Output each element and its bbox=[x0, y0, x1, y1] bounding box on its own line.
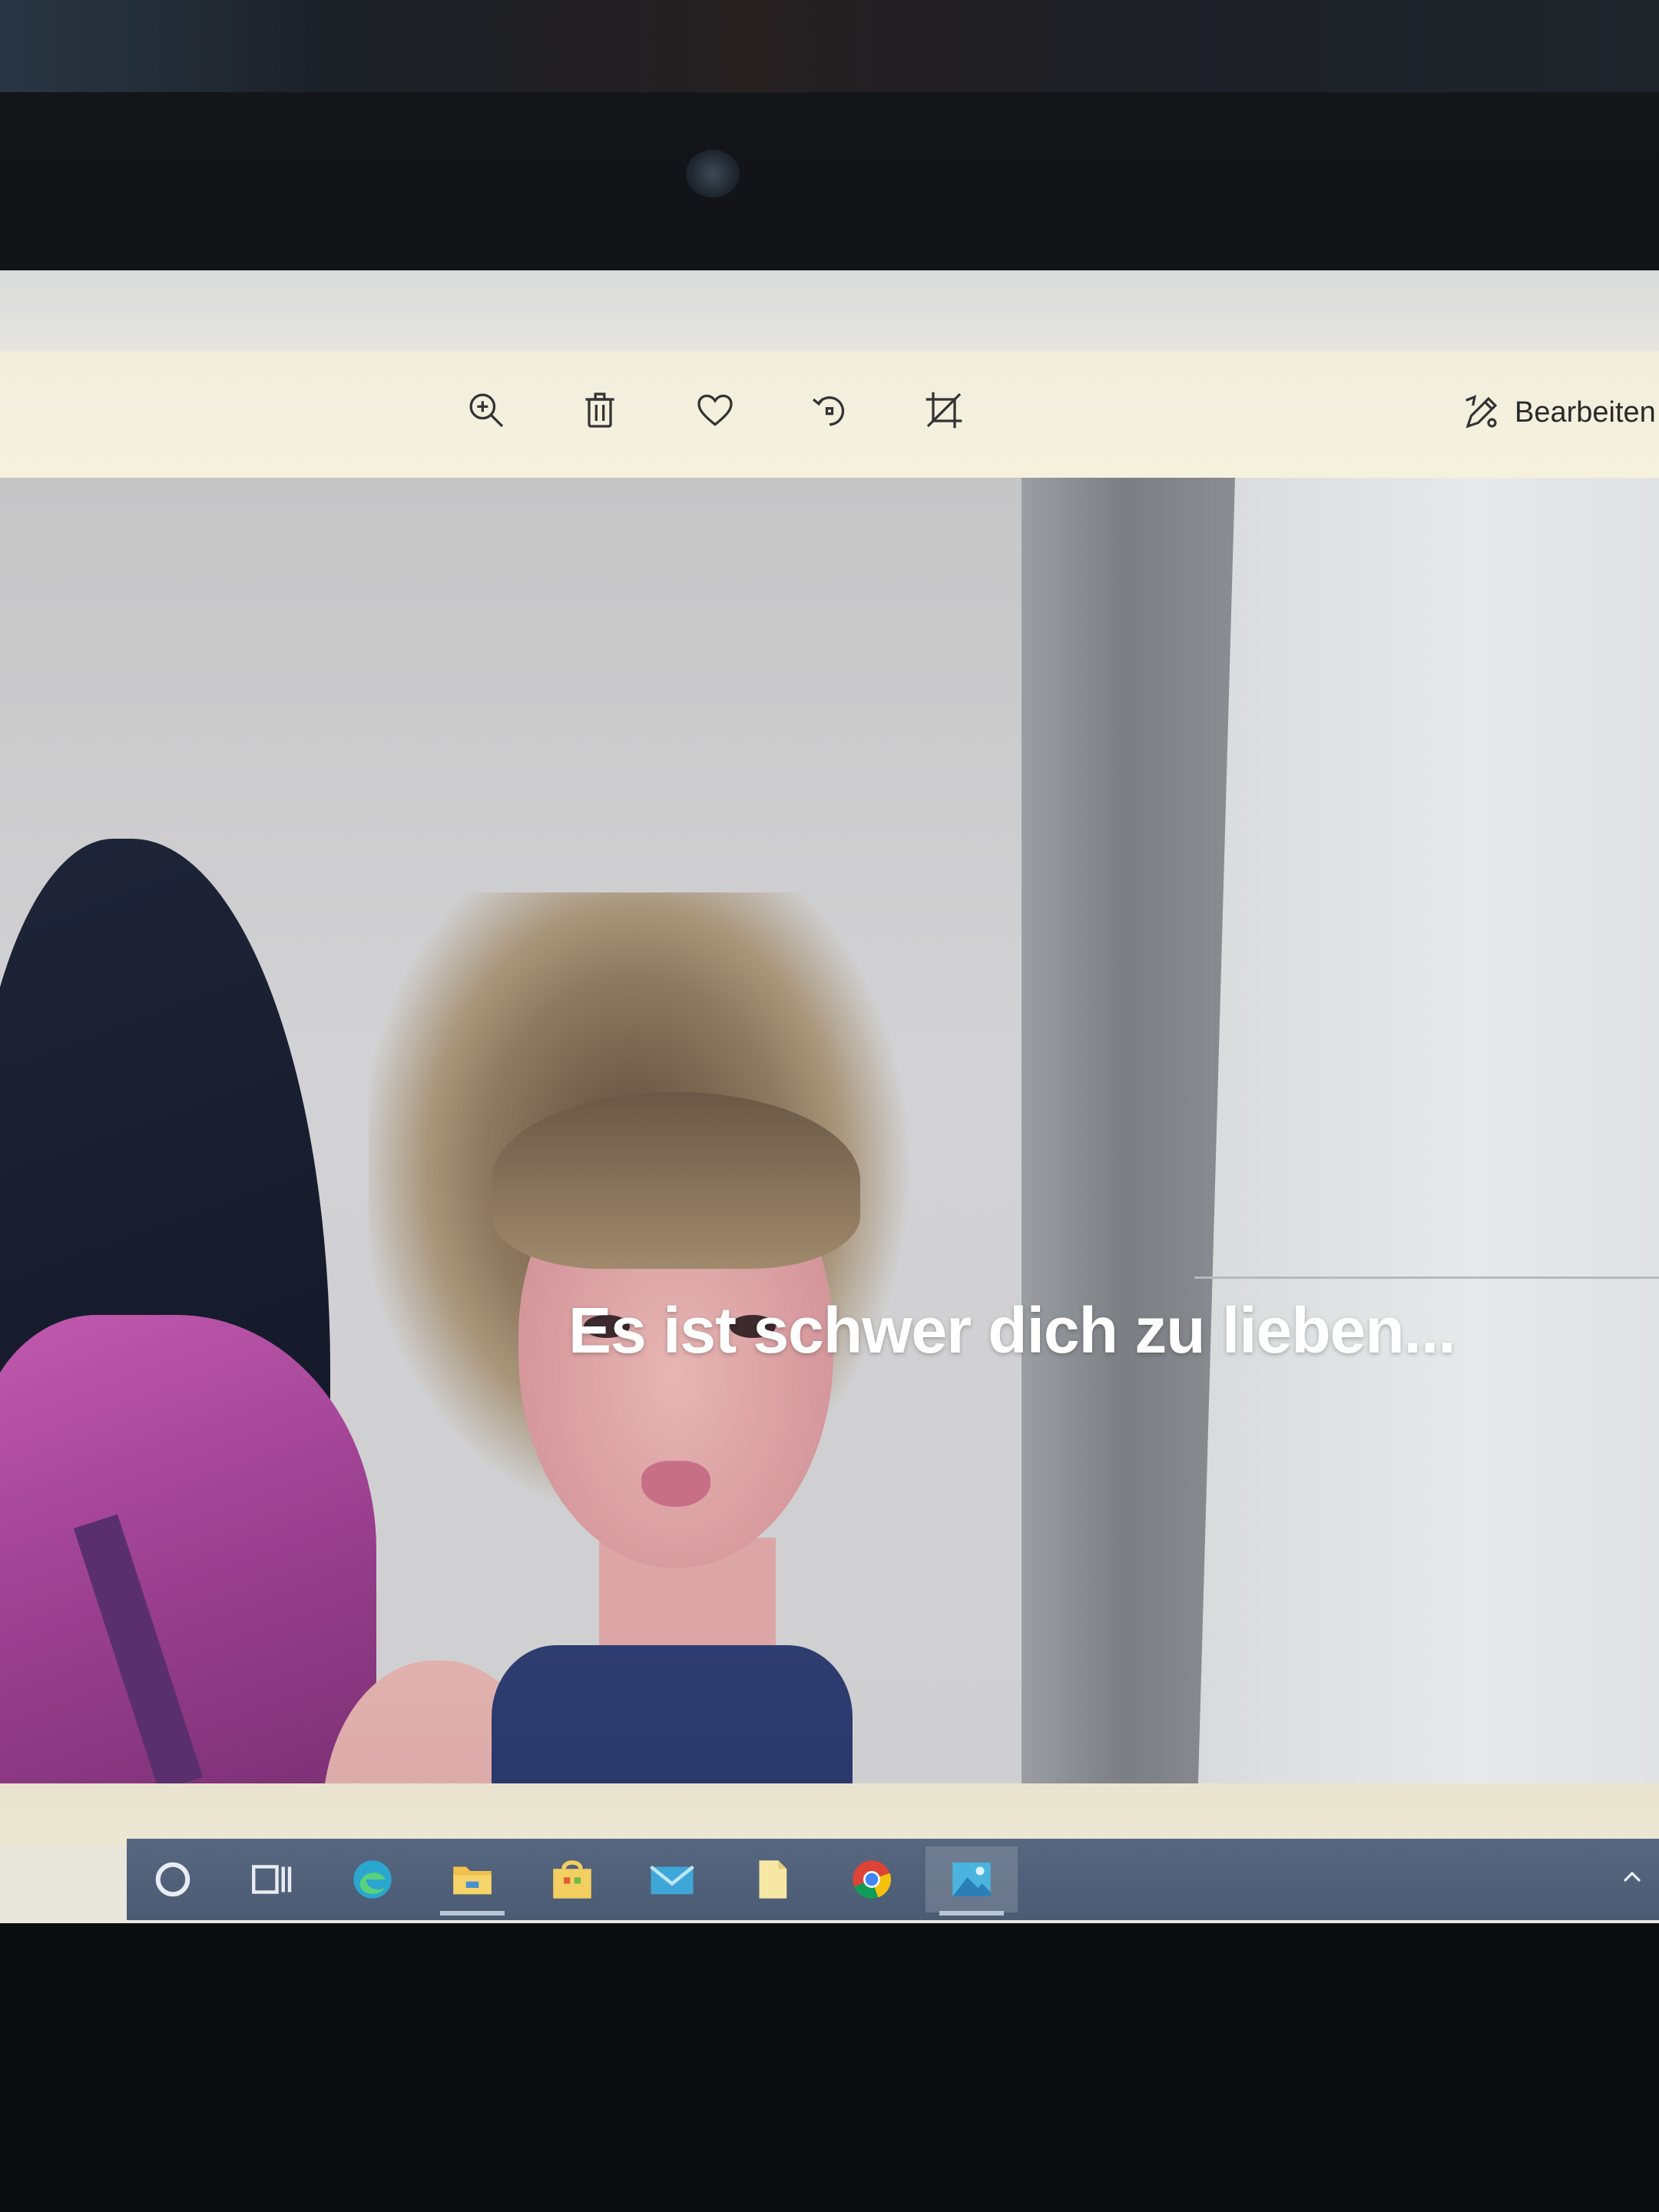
file-explorer-icon bbox=[453, 1866, 492, 1895]
displayed-photo[interactable]: Es ist schwer dich zu lieben... bbox=[0, 478, 1659, 1783]
photo-person-bangs bbox=[492, 1092, 860, 1269]
photo-caption: Es ist schwer dich zu lieben... bbox=[568, 1294, 1456, 1366]
taskbar-cortana[interactable] bbox=[127, 1846, 219, 1912]
webcam bbox=[686, 150, 740, 197]
taskbar-edge[interactable] bbox=[326, 1846, 419, 1912]
edit-button[interactable]: Bearbeiten u bbox=[1461, 382, 1659, 443]
photo-door-panel-line bbox=[1194, 1277, 1659, 1279]
edge-icon bbox=[353, 1860, 392, 1899]
title-bar bbox=[0, 270, 1659, 351]
rotate-button[interactable] bbox=[800, 380, 859, 440]
photo-viewer-toolbar: Bearbeiten u bbox=[0, 351, 1659, 478]
chevron-up-icon bbox=[1623, 1871, 1641, 1883]
cortana-icon bbox=[155, 1862, 190, 1897]
photo-door bbox=[1198, 478, 1659, 1783]
mail-icon bbox=[650, 1865, 694, 1895]
photo-person-dress bbox=[492, 1645, 853, 1783]
notes-icon bbox=[759, 1860, 787, 1899]
taskbar-file-explorer[interactable] bbox=[426, 1846, 518, 1916]
chrome-icon bbox=[853, 1860, 892, 1899]
taskbar-running-indicator bbox=[440, 1911, 505, 1916]
crop-button[interactable] bbox=[914, 380, 974, 440]
taskbar-chrome[interactable] bbox=[826, 1846, 918, 1912]
taskbar bbox=[127, 1839, 1659, 1920]
taskbar-mail[interactable] bbox=[626, 1846, 718, 1912]
taskbar-notes[interactable] bbox=[726, 1846, 818, 1912]
rotate-icon bbox=[812, 396, 845, 426]
photos-icon bbox=[952, 1863, 991, 1896]
viewer-bottom-strip bbox=[0, 1783, 1659, 1846]
zoom-in-button[interactable] bbox=[456, 380, 516, 440]
laptop-screen: Bearbeiten u Es ist schwer dich zu liebe… bbox=[0, 270, 1659, 1923]
store-icon bbox=[553, 1860, 591, 1899]
edit-pencil-icon bbox=[1465, 395, 1498, 429]
taskbar-active-indicator bbox=[939, 1911, 1004, 1916]
delete-icon bbox=[585, 392, 614, 428]
background-room bbox=[0, 0, 1659, 92]
task-view-icon bbox=[252, 1865, 292, 1894]
photo-person-mouth bbox=[641, 1461, 710, 1507]
taskbar-task-view[interactable] bbox=[227, 1846, 319, 1912]
taskbar-photos[interactable] bbox=[926, 1846, 1018, 1916]
tray-show-hidden-icons[interactable] bbox=[1609, 1854, 1655, 1900]
favorite-button[interactable] bbox=[685, 380, 745, 440]
taskbar-store[interactable] bbox=[526, 1846, 618, 1912]
heart-icon bbox=[697, 394, 733, 426]
zoom-in-icon bbox=[469, 393, 504, 428]
crop-icon bbox=[926, 392, 962, 429]
edit-button-label: Bearbeiten u bbox=[1515, 396, 1659, 429]
photo-backpack-pink bbox=[0, 1315, 376, 1783]
delete-button[interactable] bbox=[570, 380, 630, 440]
